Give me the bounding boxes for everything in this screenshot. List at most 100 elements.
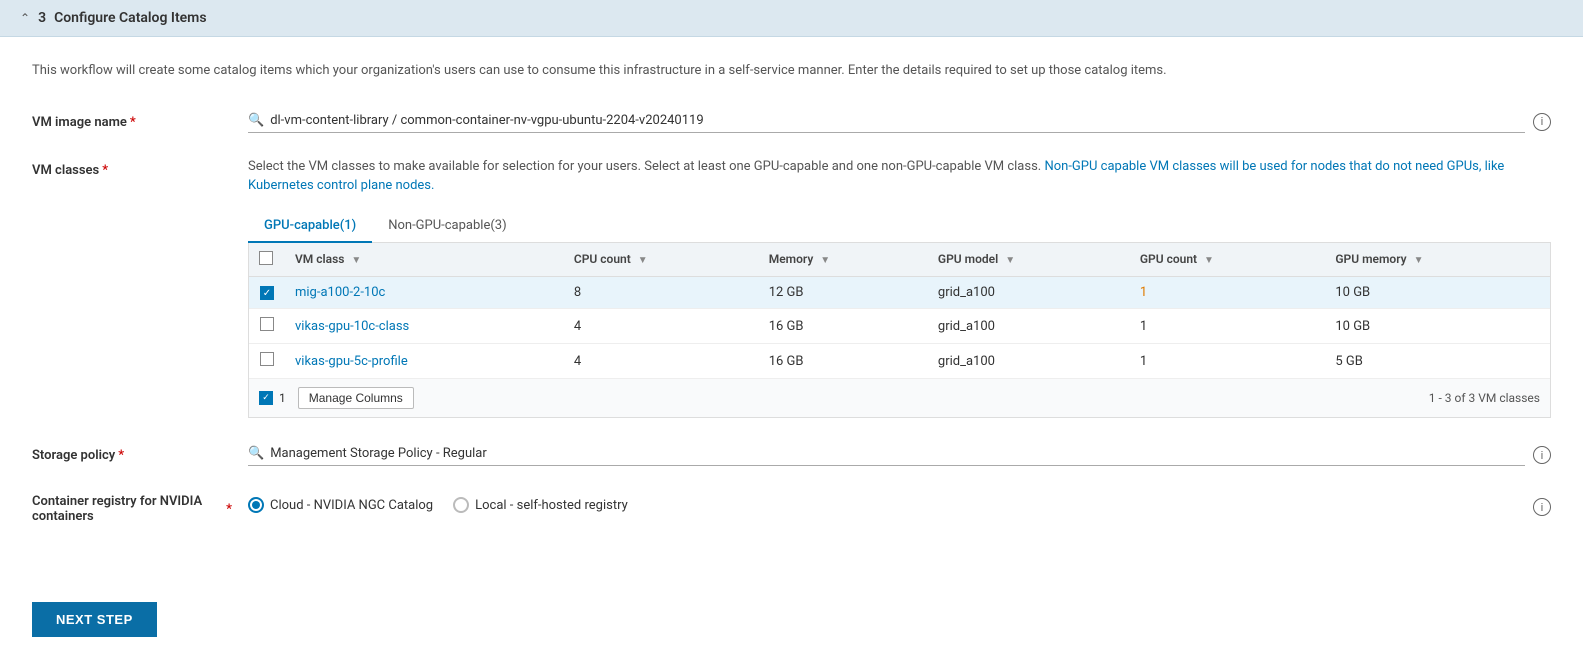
registry-required-star: * [226, 502, 232, 517]
registry-cloud-option[interactable]: Cloud - NVIDIA NGC Catalog [248, 497, 433, 513]
th-gpu-memory[interactable]: GPU memory ▼ [1325, 243, 1550, 277]
cell-gpu-count: 1 [1130, 344, 1326, 379]
gpu-model-sort-icon: ▼ [1005, 255, 1015, 266]
vm-classes-required-star: * [102, 163, 108, 178]
gpu-memory-sort-icon: ▼ [1414, 255, 1424, 266]
page-wrapper: ⌃ 3 Configure Catalog Items This workflo… [0, 0, 1583, 661]
th-vm-class[interactable]: VM class ▼ [285, 243, 564, 277]
table-row: vikas-gpu-5c-profile 416 GBgrid_a10015 GB [249, 344, 1550, 379]
vm-image-name-value: dl-vm-content-library / common-container… [270, 113, 1525, 128]
manage-columns-button[interactable]: Manage Columns [298, 387, 414, 409]
vm-class-sort-icon: ▼ [351, 255, 361, 266]
tab-gpu-capable[interactable]: GPU-capable(1) [248, 210, 372, 243]
cell-cpu-count: 8 [564, 276, 759, 309]
storage-search-icon: 🔍 [248, 446, 264, 461]
storage-policy-input-wrapper[interactable]: 🔍 Management Storage Policy - Regular [248, 442, 1525, 466]
vm-image-name-input-wrapper[interactable]: 🔍 dl-vm-content-library / common-contain… [248, 109, 1525, 133]
badge-checkbox [259, 391, 273, 405]
th-memory[interactable]: Memory ▼ [759, 243, 928, 277]
vm-classes-table-wrapper: VM class ▼ CPU count ▼ Memory ▼ [248, 243, 1551, 419]
registry-local-label: Local - self-hosted registry [475, 498, 628, 513]
step-header: ⌃ 3 Configure Catalog Items [0, 0, 1583, 37]
th-select-all[interactable] [249, 243, 285, 277]
storage-policy-field: 🔍 Management Storage Policy - Regular i [248, 442, 1551, 466]
storage-policy-label: Storage policy * [32, 442, 232, 463]
vm-class-link[interactable]: mig-a100-2-10c [295, 285, 385, 300]
row-checkbox-cell[interactable] [249, 276, 285, 309]
vm-classes-content: Select the VM classes to make available … [248, 157, 1551, 419]
row-checkbox[interactable] [260, 352, 274, 366]
cell-memory: 16 GB [759, 309, 928, 344]
vm-classes-row: VM classes * Select the VM classes to ma… [32, 157, 1551, 419]
table-header-row: VM class ▼ CPU count ▼ Memory ▼ [249, 243, 1550, 277]
cell-gpu-count: 1 [1130, 276, 1326, 309]
cell-vm-class: mig-a100-2-10c [285, 276, 564, 309]
selected-count-badge: 1 [259, 391, 286, 405]
th-gpu-model[interactable]: GPU model ▼ [928, 243, 1130, 277]
vm-classes-label: VM classes * [32, 157, 232, 178]
th-gpu-count[interactable]: GPU count ▼ [1130, 243, 1326, 277]
footer-area: NEXT STEP [0, 586, 1583, 661]
cell-gpu-memory: 10 GB [1325, 276, 1550, 309]
cell-cpu-count: 4 [564, 309, 759, 344]
cell-gpu-model: grid_a100 [928, 276, 1130, 309]
select-all-checkbox[interactable] [259, 251, 273, 265]
container-registry-field: Cloud - NVIDIA NGC Catalog Local - self-… [248, 490, 1551, 516]
registry-cloud-radio[interactable] [248, 497, 264, 513]
cell-gpu-model: grid_a100 [928, 309, 1130, 344]
chevron-icon: ⌃ [20, 11, 30, 25]
tab-non-gpu-capable[interactable]: Non-GPU-capable(3) [372, 210, 522, 243]
cell-gpu-memory: 5 GB [1325, 344, 1550, 379]
row-checkbox-cell[interactable] [249, 344, 285, 379]
vm-classes-field: Select the VM classes to make available … [248, 157, 1551, 419]
cell-memory: 16 GB [759, 344, 928, 379]
table-footer: 1 Manage Columns 1 - 3 of 3 VM classes [249, 378, 1550, 417]
table-row: vikas-gpu-10c-class 416 GBgrid_a100110 GB [249, 309, 1550, 344]
container-registry-row: Container registry for NVIDIA containers… [32, 490, 1551, 524]
storage-policy-info-icon[interactable]: i [1533, 446, 1551, 464]
storage-policy-row: Storage policy * 🔍 Management Storage Po… [32, 442, 1551, 466]
cell-gpu-memory: 10 GB [1325, 309, 1550, 344]
container-registry-label: Container registry for NVIDIA containers… [32, 490, 232, 524]
registry-local-radio[interactable] [453, 497, 469, 513]
th-cpu-count[interactable]: CPU count ▼ [564, 243, 759, 277]
cell-vm-class: vikas-gpu-10c-class [285, 309, 564, 344]
vm-classes-description: Select the VM classes to make available … [248, 157, 1551, 196]
registry-info-icon[interactable]: i [1533, 498, 1551, 516]
description-text: This workflow will create some catalog i… [32, 61, 1551, 81]
memory-sort-icon: ▼ [820, 255, 830, 266]
next-step-button[interactable]: NEXT STEP [32, 602, 157, 637]
selected-count: 1 [279, 391, 286, 405]
storage-required-star: * [118, 448, 124, 463]
cell-memory: 12 GB [759, 276, 928, 309]
step-number: 3 [38, 10, 46, 26]
vm-image-name-info-icon[interactable]: i [1533, 113, 1551, 131]
vm-image-name-label: VM image name * [32, 109, 232, 130]
vm-classes-table: VM class ▼ CPU count ▼ Memory ▼ [249, 243, 1550, 379]
table-row: mig-a100-2-10c 812 GBgrid_a100 1 10 GB [249, 276, 1550, 309]
row-checkbox-cell[interactable] [249, 309, 285, 344]
content-area: This workflow will create some catalog i… [0, 37, 1583, 586]
step-title: Configure Catalog Items [54, 10, 206, 26]
cpu-count-sort-icon: ▼ [638, 255, 648, 266]
vm-class-link[interactable]: vikas-gpu-10c-class [295, 319, 409, 334]
table-count-info: 1 - 3 of 3 VM classes [1429, 391, 1540, 405]
vm-class-link[interactable]: vikas-gpu-5c-profile [295, 354, 408, 369]
gpu-count-sort-icon: ▼ [1204, 255, 1214, 266]
registry-radio-group: Cloud - NVIDIA NGC Catalog Local - self-… [248, 497, 628, 513]
cell-gpu-count: 1 [1130, 309, 1326, 344]
vm-classes-tabs: GPU-capable(1) Non-GPU-capable(3) [248, 210, 1551, 243]
registry-local-option[interactable]: Local - self-hosted registry [453, 497, 628, 513]
search-icon: 🔍 [248, 113, 264, 128]
gpu-count-value: 1 [1140, 285, 1147, 300]
row-checkbox[interactable] [260, 317, 274, 331]
row-checkbox[interactable] [260, 286, 274, 300]
cell-cpu-count: 4 [564, 344, 759, 379]
registry-cloud-label: Cloud - NVIDIA NGC Catalog [270, 498, 433, 513]
storage-policy-value: Management Storage Policy - Regular [270, 446, 1525, 461]
required-star: * [130, 115, 136, 130]
cell-vm-class: vikas-gpu-5c-profile [285, 344, 564, 379]
cell-gpu-model: grid_a100 [928, 344, 1130, 379]
vm-image-name-field: 🔍 dl-vm-content-library / common-contain… [248, 109, 1551, 133]
vm-image-name-row: VM image name * 🔍 dl-vm-content-library … [32, 109, 1551, 133]
